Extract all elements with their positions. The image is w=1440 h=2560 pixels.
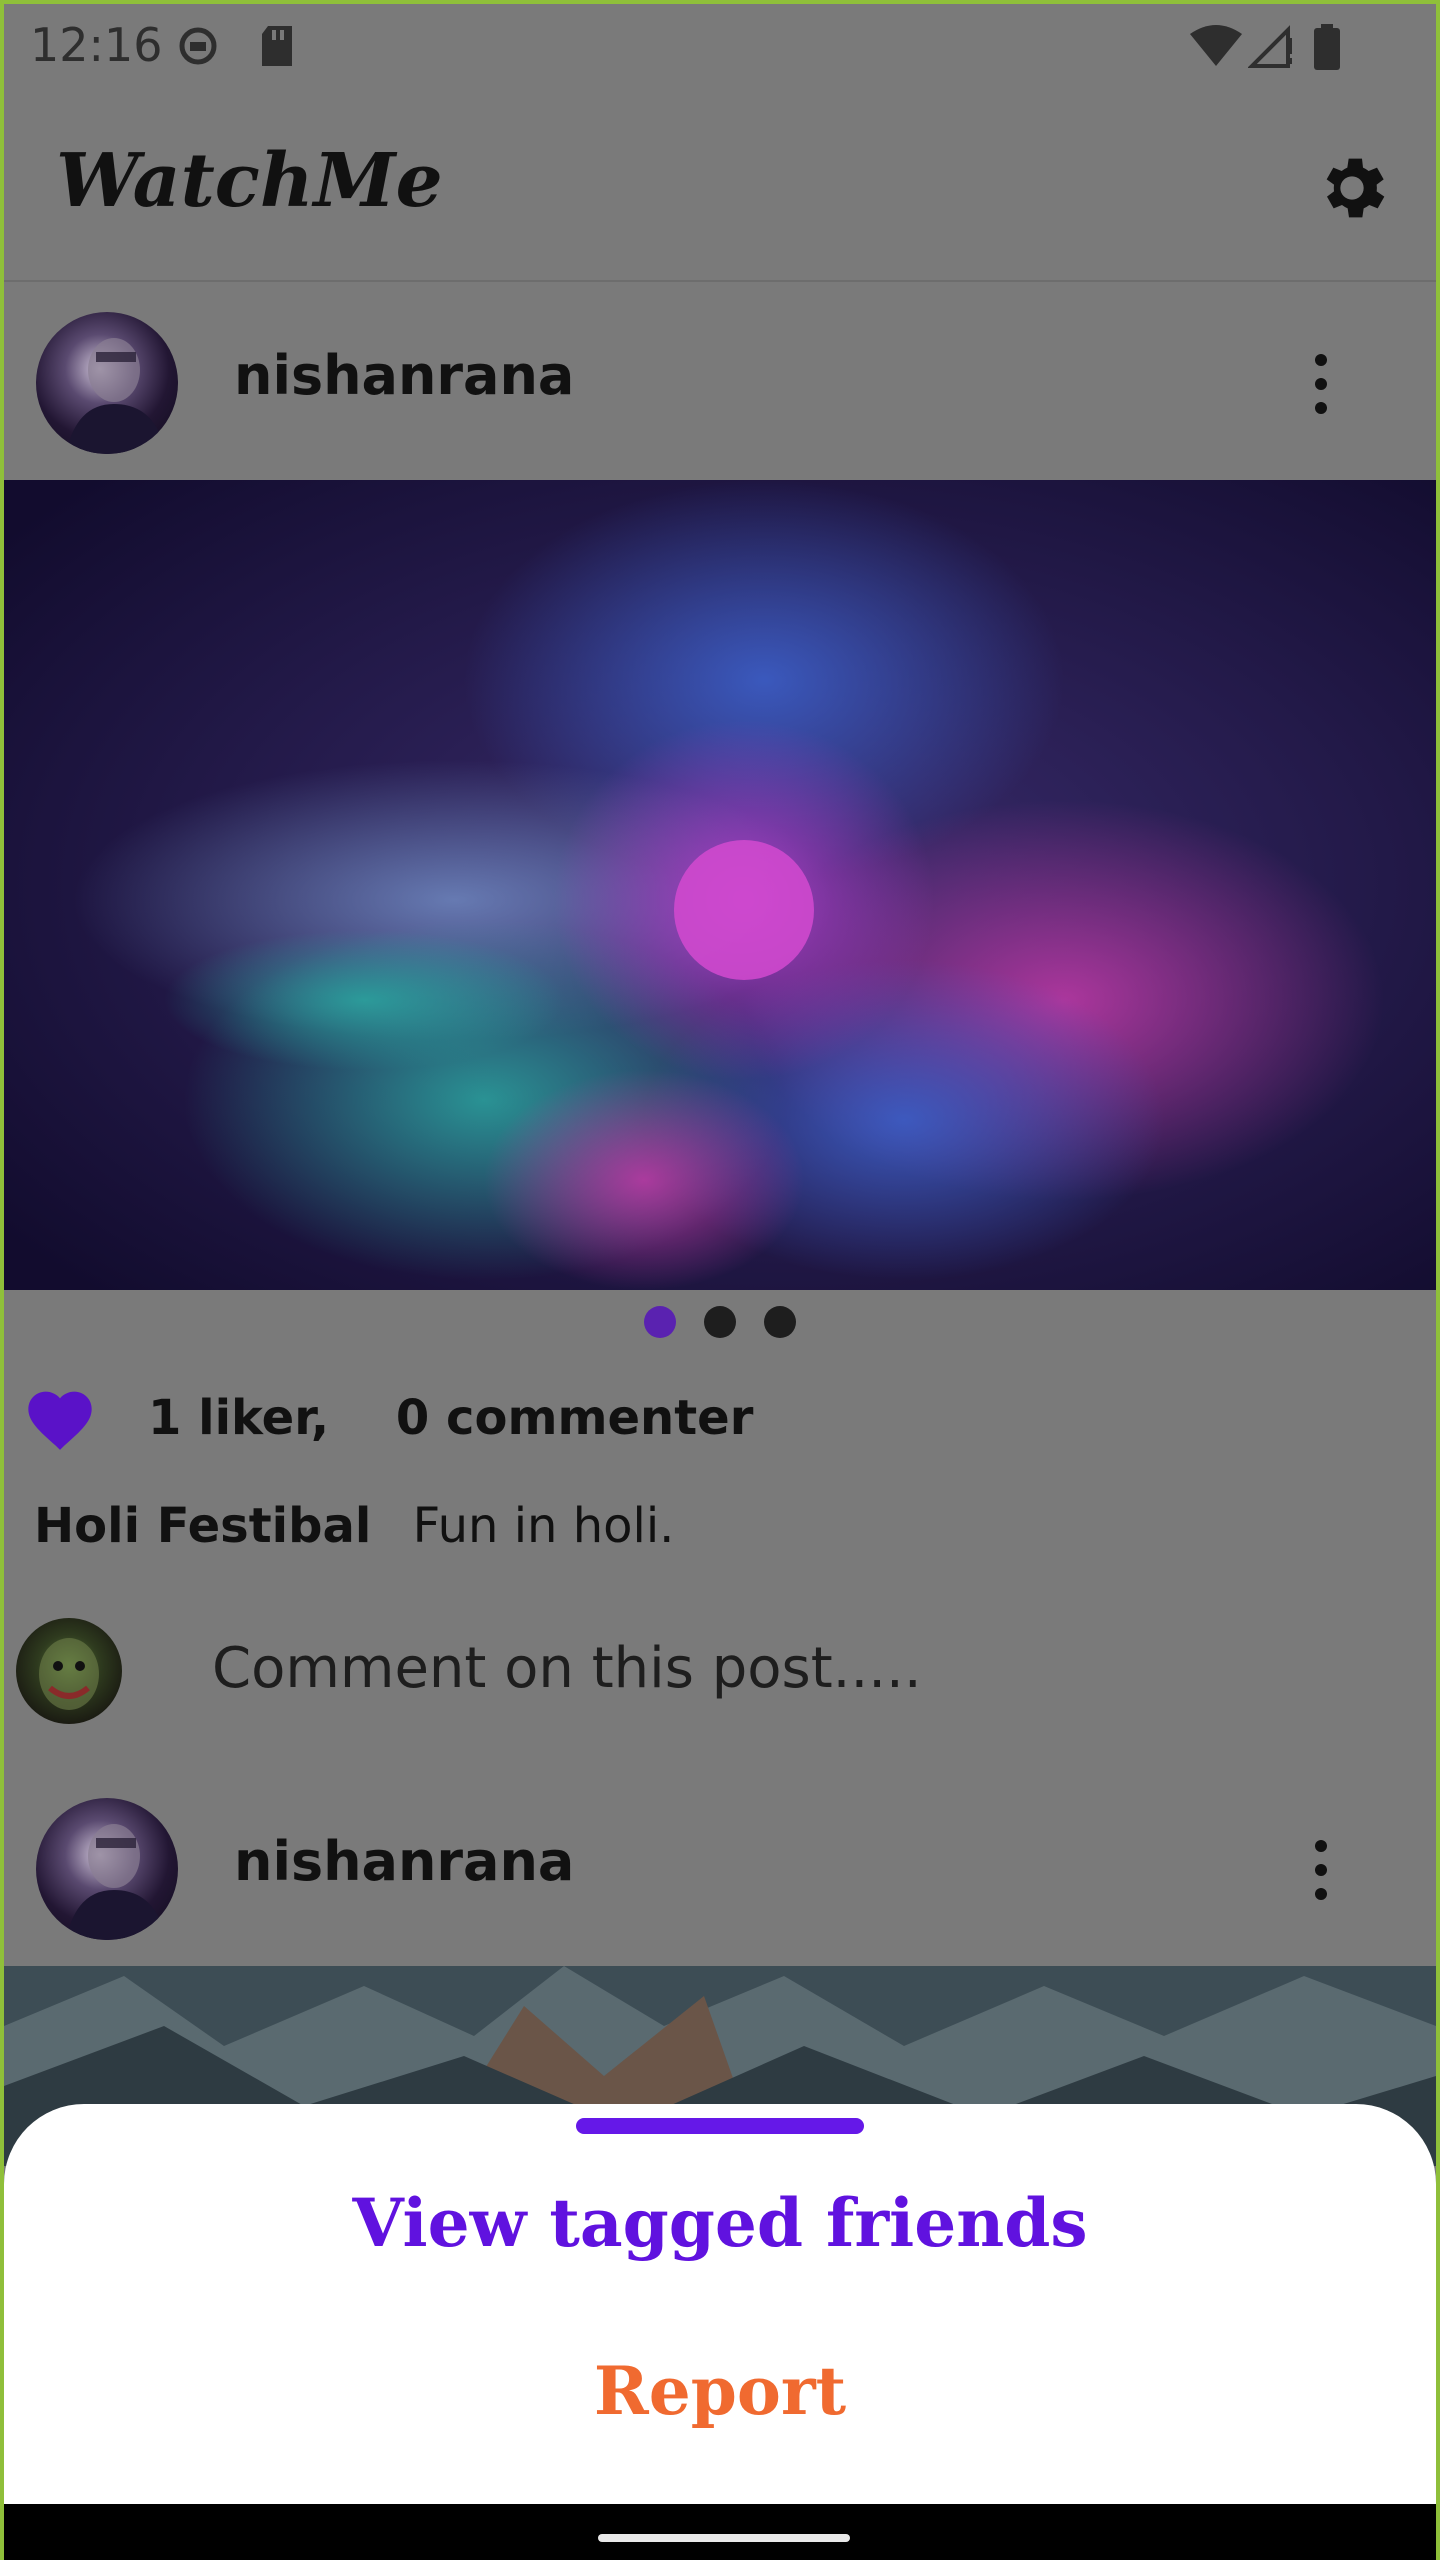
- avatar-portrait: [66, 1824, 166, 1940]
- carousel-indicator: [4, 1306, 1436, 1346]
- sd-card-icon: [262, 26, 292, 66]
- status-bar: 12:16: [4, 4, 1436, 86]
- avatar[interactable]: [36, 312, 178, 454]
- caption-title: Holi Festibal: [34, 1498, 372, 1554]
- caption-text: Fun in holi.: [412, 1498, 675, 1554]
- more-options-icon[interactable]: [1306, 1834, 1336, 1904]
- more-options-icon[interactable]: [1306, 348, 1336, 418]
- wifi-icon: [1190, 25, 1242, 66]
- battery-icon: [1314, 24, 1340, 70]
- settings-gear-icon[interactable]: [1312, 148, 1392, 228]
- heart-icon[interactable]: [22, 1382, 98, 1452]
- post-username[interactable]: nishanrana: [234, 344, 574, 407]
- comment-input[interactable]: Comment on this post.....: [212, 1636, 922, 1701]
- post-caption: Holi Festibal Fun in holi.: [34, 1498, 674, 1554]
- post-image[interactable]: [4, 480, 1436, 1290]
- app-title: WatchMe: [56, 138, 443, 224]
- post-header[interactable]: nishanrana: [4, 1768, 1436, 1964]
- app-bar: WatchMe: [4, 86, 1436, 282]
- data-saver-icon: [179, 27, 217, 65]
- carousel-dot[interactable]: [764, 1306, 796, 1338]
- carousel-dot-active[interactable]: [644, 1306, 676, 1338]
- system-nav-bar: [4, 2504, 1436, 2560]
- bottom-sheet: View tagged friends Report: [4, 2104, 1436, 2504]
- post-header[interactable]: nishanrana: [4, 282, 1436, 478]
- avatar[interactable]: [36, 1798, 178, 1940]
- sheet-drag-handle[interactable]: [576, 2118, 864, 2134]
- status-time: 12:16: [30, 18, 163, 72]
- joker-avatar-image: [39, 1638, 99, 1710]
- screen: 12:16 WatchMe nishanrana 1 liker, 0 comm…: [0, 0, 1440, 2560]
- user-avatar: [16, 1618, 122, 1724]
- post-username[interactable]: nishanrana: [234, 1830, 574, 1893]
- view-tagged-friends-button[interactable]: View tagged friends: [4, 2184, 1436, 2262]
- avatar-portrait: [66, 338, 166, 454]
- holi-color-burst-image: [4, 480, 1436, 1290]
- cell-signal-icon: [1248, 25, 1292, 68]
- report-button[interactable]: Report: [4, 2352, 1436, 2430]
- home-gesture-handle[interactable]: [598, 2534, 850, 2542]
- comment-row: Comment on this post.....: [16, 1618, 1436, 1728]
- carousel-dot[interactable]: [704, 1306, 736, 1338]
- likes-row: 1 liker, 0 commenter: [22, 1382, 1436, 1462]
- likes-count[interactable]: 1 liker, 0 commenter: [148, 1390, 753, 1446]
